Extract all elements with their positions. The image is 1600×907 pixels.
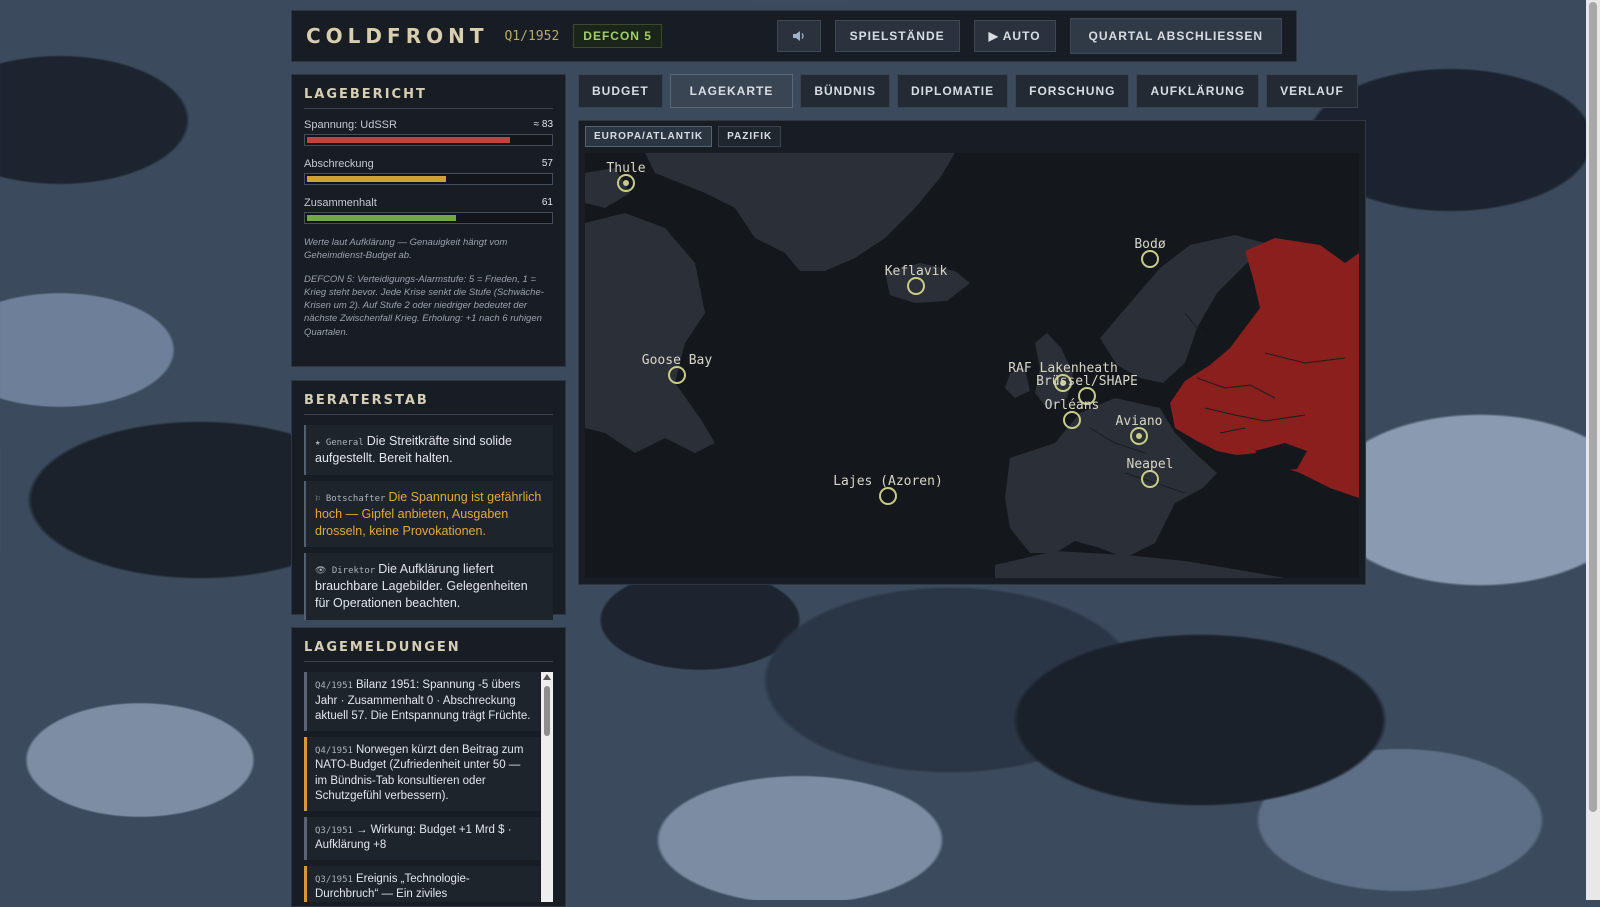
base-label: Keflavik <box>884 264 948 279</box>
advisors-panel: BERATERSTAB ★ General Die Streitkräfte si… <box>291 380 566 620</box>
meter-bar <box>304 173 553 185</box>
base-label: Aviano <box>1115 414 1163 429</box>
base-marker[interactable] <box>1130 427 1148 445</box>
scroll-up-icon[interactable] <box>543 674 551 680</box>
speaker-icon <box>792 31 804 41</box>
north-america-landmass <box>585 213 715 453</box>
feed-item: Q4/1951 Norwegen kürzt den Beitrag zum NA… <box>304 736 540 811</box>
base-label: Goose Bay <box>641 353 713 368</box>
base-label: Lajes (Azoren) <box>833 474 943 489</box>
tab-verlauf[interactable]: VERLAUF <box>1266 74 1358 108</box>
advisor-role: 👁 Direktor <box>315 566 376 577</box>
sound-toggle-button[interactable] <box>776 20 821 52</box>
feed-item: Q3/1951 → Wirkung: Budget +1 Mrd $ · Aufk… <box>304 816 540 860</box>
meter: Zusammenhalt 61 <box>304 197 553 224</box>
saves-button[interactable]: SPIELSTÄNDE <box>834 20 960 52</box>
base-marker[interactable] <box>1063 411 1081 429</box>
tab-diplomatie[interactable]: DIPLOMATIE <box>897 74 1009 108</box>
base-marker[interactable] <box>617 174 635 192</box>
game-title: COLDFRONT <box>306 24 489 48</box>
feed-quarter: Q3/1951 <box>315 825 353 836</box>
page-scrollbar-thumb[interactable] <box>1589 2 1597 812</box>
top-bar: COLDFRONT Q1/1952 DEFCON 5 SPIELSTÄNDE ▶… <box>291 10 1297 62</box>
meter-label: Zusammenhalt <box>304 197 377 209</box>
advisors-title: BERATERSTAB <box>304 393 553 415</box>
meter-value: ≈ 83 <box>533 119 553 130</box>
map-region-tab[interactable]: PAZIFIK <box>718 126 782 147</box>
situation-title: LAGEBERICHT <box>304 87 553 109</box>
defcon-badge: DEFCON 5 <box>573 24 662 48</box>
feed-item: Q4/1951 Bilanz 1951: Spannung -5 übers Ja… <box>304 672 540 731</box>
tab-bündnis[interactable]: BÜNDNIS <box>800 74 891 108</box>
base-marker[interactable] <box>879 487 897 505</box>
base-label: Thule <box>606 161 646 176</box>
feed-list[interactable]: Q4/1951 Bilanz 1951: Spannung -5 übers Ja… <box>304 672 553 902</box>
meter-fill <box>307 137 510 143</box>
meter-label: Abschreckung <box>304 158 374 170</box>
meter-bar <box>304 134 553 146</box>
feed-scrollbar[interactable] <box>541 672 553 902</box>
tab-budget[interactable]: BUDGET <box>578 74 663 108</box>
base-label: Bodø <box>1134 237 1166 252</box>
tab-aufklärung[interactable]: AUFKLÄRUNG <box>1136 74 1260 108</box>
main-tabs: BUDGET LAGEKARTE BÜNDNIS DIPLOMATIE FORSCHUN… <box>578 74 1365 108</box>
feed-title: LAGEMELDUNGEN <box>304 640 553 662</box>
base-marker[interactable] <box>1141 470 1159 488</box>
end-quarter-button[interactable]: QUARTAL ABSCHLIESSEN <box>1069 18 1282 54</box>
advisor-role: ⚐ Botschafter <box>315 493 386 504</box>
auto-button[interactable]: ▶ AUTO <box>973 20 1056 52</box>
greenland-landmass <box>645 153 955 271</box>
meter: Spannung: UdSSR ≈ 83 <box>304 119 553 146</box>
situation-panel: LAGEBERICHT Spannung: UdSSR ≈ 83 Abschreck… <box>291 74 566 367</box>
feed-panel: LAGEMELDUNGEN Q4/1951 Bilanz 1951: Spannu… <box>291 627 566 907</box>
meter-fill <box>307 215 457 221</box>
map-region-tab[interactable]: EUROPA/ATLANTIK <box>585 126 713 147</box>
advisor-message: ⚐ Botschafter Die Spannung ist gefährlich… <box>304 480 553 548</box>
north-africa-landmass <box>995 551 1285 578</box>
defcon-note: DEFCON 5: Verteidigungs-Alarmstufe: 5 = … <box>304 273 544 338</box>
feed-quarter: Q4/1951 <box>315 745 353 756</box>
base-marker[interactable] <box>907 277 925 295</box>
feed-quarter: Q3/1951 <box>315 874 353 885</box>
map-panel: EUROPA/ATLANTIK PAZIFIK Thule Keflavik B… <box>578 120 1366 585</box>
page-scrollbar[interactable] <box>1586 0 1600 900</box>
advisor-message: ★ General Die Streitkräfte sind solide au… <box>304 425 553 475</box>
meter: Abschreckung 57 <box>304 158 553 185</box>
meter-bar <box>304 212 553 224</box>
base-label: Neapel <box>1126 457 1174 472</box>
meter-value: 61 <box>541 197 553 208</box>
meter-fill <box>307 176 447 182</box>
advisor-role: ★ General <box>315 438 364 448</box>
feed-item: Q3/1951 Ereignis „Technologie-Durchbruch“… <box>304 865 540 902</box>
advisor-message: 👁 Direktor Die Aufklärung liefert brauchb… <box>304 553 553 620</box>
base-marker[interactable] <box>1141 250 1159 268</box>
base-marker[interactable] <box>668 366 686 384</box>
feed-scrollbar-thumb[interactable] <box>544 686 550 736</box>
intel-note: Werte laut Aufklärung — Genauigkeit häng… <box>304 237 508 262</box>
base-label: Brüssel/SHAPE <box>1036 374 1138 389</box>
meter-label: Spannung: UdSSR <box>304 119 397 131</box>
base-label: Orléans <box>1044 398 1100 413</box>
meter-value: 57 <box>541 158 553 169</box>
map-region-tabs: EUROPA/ATLANTIK PAZIFIK <box>585 126 1359 147</box>
current-period: Q1/1952 <box>504 28 560 44</box>
situation-map[interactable]: Thule Keflavik Bodø Goose Bay RAF Lakenheath… <box>585 153 1359 578</box>
tab-lagekarte[interactable]: LAGEKARTE <box>669 74 794 108</box>
feed-quarter: Q4/1951 <box>315 681 353 691</box>
tab-forschung[interactable]: FORSCHUNG <box>1015 74 1130 108</box>
